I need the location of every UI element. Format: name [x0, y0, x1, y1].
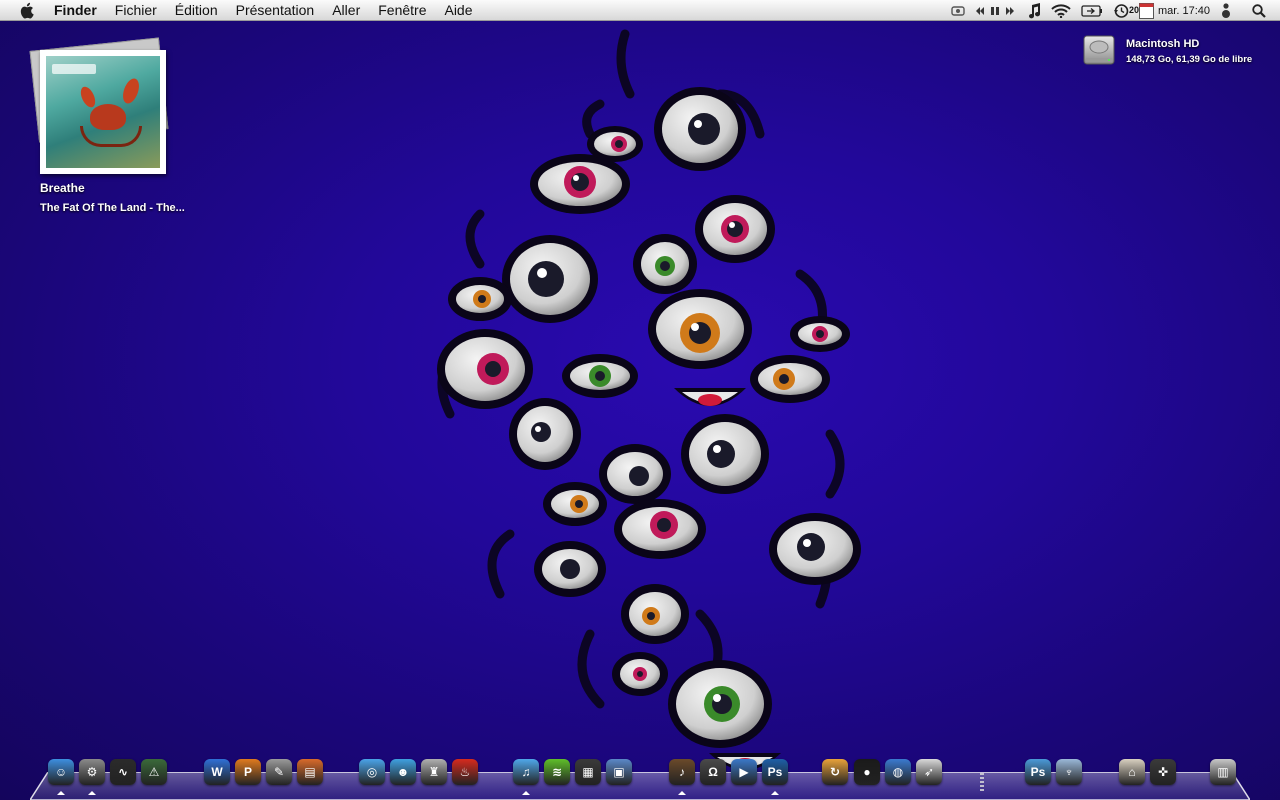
dock-item-garageband[interactable]: ♪	[667, 757, 697, 795]
dock-item-headphones-app[interactable]: Ω	[698, 757, 728, 787]
dock-item-plum-app[interactable]: ●	[852, 757, 882, 787]
photoshop-icon: Ps	[762, 759, 788, 785]
spotlight-icon[interactable]	[1250, 0, 1268, 21]
guitar-icon: ♪	[669, 759, 695, 785]
menu-presentation[interactable]: Présentation	[227, 0, 324, 21]
dock-item-safari[interactable]: ◎	[357, 757, 387, 787]
menu-edition[interactable]: Édition	[166, 0, 227, 21]
menu-finder[interactable]: Finder	[51, 0, 106, 21]
flip-icon: ↻	[822, 759, 848, 785]
dock-item-messenger[interactable]: ☻	[388, 757, 418, 787]
dock-item-console[interactable]: ⚠	[139, 757, 169, 787]
globe-icon: ◍	[885, 759, 911, 785]
fire-icon: ♨	[452, 759, 478, 785]
track-album: The Fat Of The Land - The...	[40, 202, 185, 214]
trash-icon: ▥	[1210, 759, 1236, 785]
dock-item-iphoto[interactable]: ▣	[604, 757, 634, 787]
messenger-icon: ☻	[390, 759, 416, 785]
powerpoint-icon: P	[235, 759, 261, 785]
eyes-wallpaper-art	[437, 29, 861, 770]
dock-item-script-editor[interactable]: ✎	[264, 757, 294, 787]
photoshop-folder-icon: Ps	[1025, 759, 1051, 785]
safari-icon: ◎	[359, 759, 385, 785]
dock-item-keynote[interactable]: ▤	[295, 757, 325, 787]
menu-bar: Finder Fichier Édition Présentation Alle…	[0, 0, 1280, 21]
dock-item-itunes[interactable]: ♫	[511, 757, 541, 795]
dock-item-games-folder[interactable]: ✜	[1148, 757, 1178, 787]
gear-icon: ⚙	[79, 759, 105, 785]
battery-icon[interactable]	[1080, 0, 1104, 21]
user-switch-icon[interactable]	[1220, 0, 1232, 21]
running-indicator	[678, 791, 686, 795]
microphone-folder-icon: ♆	[1056, 759, 1082, 785]
dock-item-imovie[interactable]: ▦	[573, 757, 603, 787]
running-indicator	[57, 791, 65, 795]
hard-drive-icon	[1083, 35, 1115, 65]
dock-item-photoshop[interactable]: Ps	[760, 757, 790, 795]
dock-separator[interactable]	[980, 773, 984, 791]
activity-monitor-icon: ∿	[110, 759, 136, 785]
calendar-icon[interactable]	[1138, 0, 1154, 21]
album-cover-frame	[40, 50, 166, 174]
growl-status-icon[interactable]	[950, 0, 966, 21]
gamepad-icon: ✜	[1150, 759, 1176, 785]
dock-item-flip-app[interactable]: ↻	[820, 757, 850, 787]
disk-capacity: 148,73 Go, 61,39 Go de libre	[1126, 54, 1253, 65]
dock-item-rocket-app[interactable]: ➶	[914, 757, 944, 787]
dock-item-activity-monitor[interactable]: ∿	[108, 757, 138, 787]
imovie-icon: ▦	[575, 759, 601, 785]
dock-item-photoshop-folder[interactable]: Ps	[1023, 757, 1053, 787]
apple-icon[interactable]	[17, 0, 37, 21]
running-indicator	[771, 791, 779, 795]
dock-item-home-folder[interactable]: ⌂	[1117, 757, 1147, 787]
dock-item-finder[interactable]: ☺	[46, 757, 76, 795]
home-icon: ⌂	[1119, 759, 1145, 785]
dock-item-fire-app[interactable]: ♨	[450, 757, 480, 787]
clock[interactable]: mar. 17:40	[1158, 5, 1210, 17]
dock-item-final-cut[interactable]: ▶	[729, 757, 759, 787]
rocket-icon: ➶	[916, 759, 942, 785]
menu-fenetre[interactable]: Fenêtre	[369, 0, 435, 21]
keynote-icon: ▤	[297, 759, 323, 785]
media-controls-icon[interactable]	[974, 0, 1018, 21]
dock-item-google-earth[interactable]: ◍	[883, 757, 913, 787]
dock-item-word[interactable]: W	[202, 757, 232, 787]
plum-icon: ●	[854, 759, 880, 785]
menu-aide[interactable]: Aide	[435, 0, 481, 21]
word-icon: W	[204, 759, 230, 785]
time-machine-icon[interactable]	[1112, 0, 1130, 21]
headphones-icon: Ω	[700, 759, 726, 785]
finder-icon: ☺	[48, 759, 74, 785]
album-cover-art	[46, 56, 160, 168]
dock-item-podcast-folder[interactable]: ♆	[1054, 757, 1084, 787]
disk-name: Macintosh HD	[1126, 38, 1200, 50]
music-note-icon[interactable]	[1026, 0, 1042, 21]
running-indicator	[522, 791, 530, 795]
dock-item-spotify[interactable]: ≋	[542, 757, 572, 787]
dock: ☺ ⚙ ∿ ⚠ W P ✎ ▤ ◎ ☻ ♜ ♨ ♫ ≋ ▦ ▣ ♪ Ω ▶ Ps ↻ ● ◍ ➶ Ps ♆ ⌂ ✜ ▥	[0, 757, 1280, 797]
itunes-icon: ♫	[513, 759, 539, 785]
track-title: Breathe	[40, 181, 85, 195]
growl-icon: ♜	[421, 759, 447, 785]
console-icon: ⚠	[141, 759, 167, 785]
menu-aller[interactable]: Aller	[323, 0, 369, 21]
menu-fichier[interactable]: Fichier	[106, 0, 166, 21]
macintosh-hd-disk[interactable]: Macintosh HD 148,73 Go, 61,39 Go de libr…	[1080, 32, 1275, 72]
wifi-icon[interactable]	[1050, 0, 1072, 21]
clapper-icon: ▶	[731, 759, 757, 785]
spotify-icon: ≋	[544, 759, 570, 785]
status-area: 20 mar. 17:40	[950, 0, 1280, 21]
dock-item-growl[interactable]: ♜	[419, 757, 449, 787]
script-editor-icon: ✎	[266, 759, 292, 785]
iphoto-icon: ▣	[606, 759, 632, 785]
dock-item-powerpoint[interactable]: P	[233, 757, 263, 787]
dock-item-trash[interactable]: ▥	[1208, 757, 1238, 787]
dock-item-system-preferences[interactable]: ⚙	[77, 757, 107, 795]
calendar-day: 20	[1128, 5, 1139, 15]
running-indicator	[88, 791, 96, 795]
